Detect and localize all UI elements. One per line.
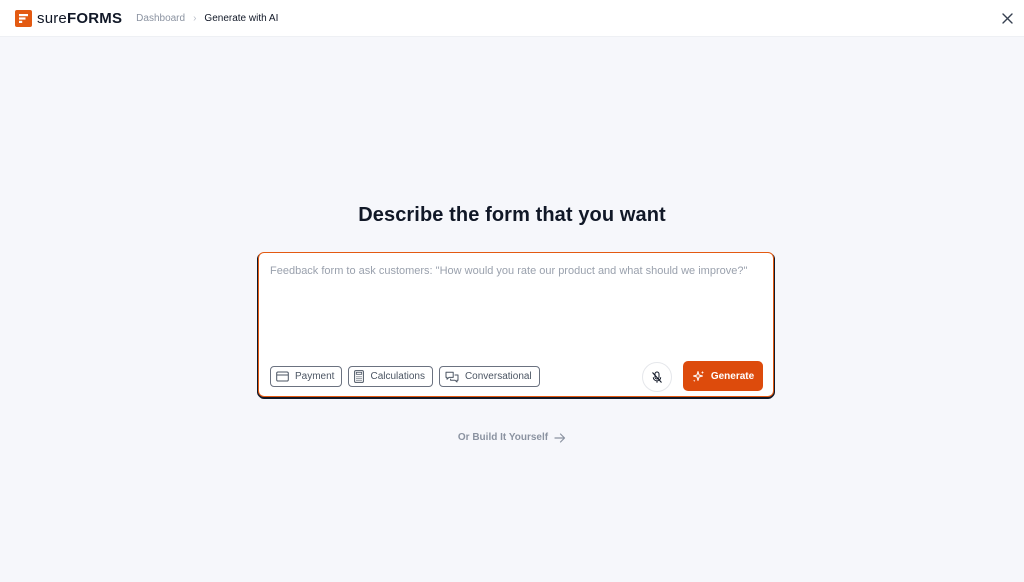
build-yourself-label: Or Build It Yourself	[457, 432, 549, 443]
chip-calculations[interactable]: Calculations	[348, 366, 433, 387]
brand-name-bold: FORMS	[66, 9, 123, 27]
chip-calculations-label: Calculations	[370, 371, 425, 382]
chat-bubbles-icon	[445, 371, 459, 382]
sparkle-icon	[692, 370, 705, 382]
prompt-input[interactable]	[270, 263, 760, 353]
brand-name: sureFORMS	[37, 10, 122, 27]
top-bar: sureFORMS Dashboard › Generate with AI	[0, 0, 1024, 37]
chip-payment[interactable]: Payment	[270, 366, 343, 387]
breadcrumb: Dashboard › Generate with AI	[136, 13, 278, 24]
close-button[interactable]	[998, 9, 1016, 27]
close-icon	[1001, 12, 1013, 24]
prompt-box: Payment Calculations Conversational	[258, 252, 774, 397]
arrow-right-icon	[554, 432, 566, 443]
build-yourself-link[interactable]: Or Build It Yourself	[0, 432, 1024, 443]
calculator-icon	[354, 370, 365, 383]
sureforms-logo[interactable]: sureFORMS	[15, 9, 122, 27]
chip-conversational[interactable]: Conversational	[438, 366, 540, 387]
generate-button[interactable]: Generate	[683, 361, 763, 391]
credit-card-icon	[276, 371, 289, 382]
breadcrumb-separator: ›	[193, 12, 197, 24]
generate-button-label: Generate	[710, 370, 755, 382]
feature-chips: Payment Calculations Conversational	[270, 366, 546, 387]
breadcrumb-current: Generate with AI	[204, 12, 279, 24]
microphone-button[interactable]	[642, 362, 672, 392]
brand-name-light: sure	[37, 9, 67, 27]
chip-conversational-label: Conversational	[464, 371, 532, 382]
breadcrumb-dashboard-link[interactable]: Dashboard	[136, 13, 185, 24]
microphone-off-icon	[652, 371, 662, 383]
chip-payment-label: Payment	[295, 371, 335, 382]
sureforms-logo-icon	[15, 9, 32, 27]
page-title: Describe the form that you want	[358, 204, 666, 226]
